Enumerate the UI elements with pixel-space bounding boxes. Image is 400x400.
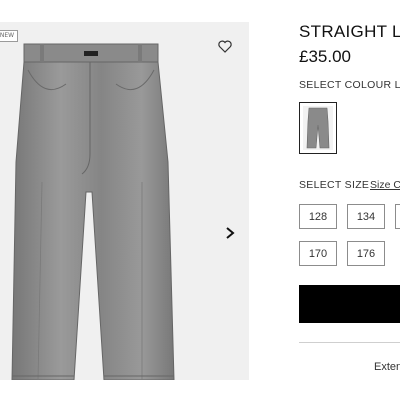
size-option[interactable]: 134	[347, 204, 385, 229]
product-gallery: NEW	[0, 22, 249, 380]
size-option[interactable]: 170	[299, 241, 337, 266]
extend-text[interactable]: Extend	[374, 361, 400, 373]
size-option[interactable]	[395, 204, 400, 229]
add-to-bag-button[interactable]	[299, 285, 400, 323]
jeans-thumbnail-icon	[303, 106, 333, 150]
chevron-right-icon[interactable]	[222, 221, 238, 245]
size-guide-link[interactable]: Size C	[370, 179, 400, 191]
jeans-image	[11, 43, 175, 380]
size-option[interactable]: 128	[299, 204, 337, 229]
size-option[interactable]: 176	[347, 241, 385, 266]
colour-swatch[interactable]	[299, 102, 337, 154]
heart-icon[interactable]	[217, 38, 233, 54]
product-title: STRAIGHT LE	[299, 22, 400, 41]
size-label: SELECT SIZE	[299, 179, 370, 191]
badge: NEW	[0, 30, 18, 42]
colour-label: SELECT COLOUR LIG	[299, 79, 400, 91]
divider	[299, 342, 400, 343]
product-price: £35.00	[299, 47, 351, 66]
